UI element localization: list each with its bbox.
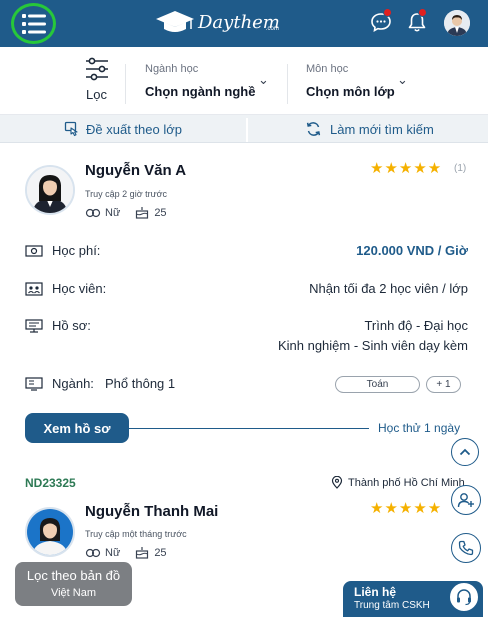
major-value: Phổ thông 1 [105,376,176,391]
tutor-name[interactable]: Nguyễn Văn A [85,162,186,179]
gender-icon [85,548,101,557]
chevron-down-icon: ⌄ [397,72,408,87]
book-monitor-icon [25,377,43,391]
tutor-code: ND23325 [25,476,76,490]
graduation-cap-icon [156,11,194,32]
avatar-image [444,10,470,36]
filter-bar: Lọc Ngành học Chọn ngành nghề ⌄ Môn học … [0,47,488,115]
profile-label: Hồ sơ: [52,318,91,333]
map-filter-sub: Việt Nam [50,587,97,599]
tutor-location: Thành phố Hồ Chí Minh [331,476,465,489]
star-rating: ★★★★★ [370,500,443,517]
scroll-top-button[interactable] [451,438,479,466]
subject-chip[interactable]: Toán [335,376,420,393]
refresh-search-button[interactable]: Làm mới tìm kiếm [305,115,434,143]
support-sub: Trung tâm CSKH [354,600,430,611]
major-value: Chọn ngành nghề [145,84,256,99]
filter-label: Lọc [86,87,107,102]
top-header: Daythem .com [0,0,488,47]
suggest-by-class-button[interactable]: Đề xuất theo lớp [64,115,182,143]
major-caption: Ngành học [145,63,199,75]
cake-icon [136,207,149,219]
map-filter-title: Lọc theo bản đồ [26,568,121,583]
age-value: 25 [154,546,167,559]
tutor-meta: Nữ 25 [85,206,167,219]
major-label: Ngành: [52,376,94,391]
profile-level: Trình độ - Đại học [364,318,468,333]
notification-dot [383,8,392,17]
headset-badge [448,581,480,613]
location-text: Thành phố Hồ Chí Minh [348,476,465,489]
divider [246,118,248,142]
suggest-label: Đề xuất theo lớp [86,121,182,137]
location-pin-icon [331,476,343,489]
more-subjects-chip[interactable]: + 1 [426,376,461,393]
subject-caption: Môn học [306,63,349,75]
sliders-icon [86,57,108,81]
tutor-name[interactable]: Nguyễn Thanh Mai [85,503,218,520]
menu-button[interactable] [11,3,56,44]
chevron-down-icon: ⌄ [258,72,269,87]
last-access: Truy cập một tháng trước [85,529,187,539]
cake-icon [136,547,149,559]
divider-line [129,428,369,429]
tutor-photo-image [27,509,73,555]
user-plus-icon [457,493,474,508]
filter-button[interactable] [82,57,112,86]
notification-dot [418,8,427,17]
refresh-label: Làm mới tìm kiếm [330,121,434,137]
divider [125,64,126,104]
chat-button[interactable] [370,8,392,33]
map-filter-button[interactable]: Lọc theo bản đồ Việt Nam [15,562,132,606]
hand-pointer-icon [64,121,78,137]
money-icon [25,245,43,257]
star-rating: ★★★★★ [370,160,443,177]
action-bar: Đề xuất theo lớp Làm mới tìm kiếm [0,115,488,143]
gender-value: Nữ [105,206,121,219]
fee-value: 120.000 VND / Giờ [356,243,468,258]
fee-label: Học phí: [52,243,101,258]
logo-subtext: .com [265,26,279,32]
students-label: Học viên: [52,281,107,296]
hamburger-icon [21,13,46,34]
refresh-icon [306,122,321,136]
profile-icon [25,319,43,333]
bell-button[interactable] [406,8,428,33]
trial-label: Học thử 1 ngày [378,421,461,435]
support-contact-button[interactable]: Liên hệ Trung tâm CSKH [343,581,483,617]
tutor-photo-image [27,167,73,213]
gender-icon [85,208,101,217]
tutor-photo[interactable] [25,507,75,557]
subject-value: Chọn môn lớp [306,84,395,99]
support-title: Liên hệ [354,585,397,599]
call-button[interactable] [451,533,481,563]
students-value: Nhận tối đa 2 học viên / lớp [309,281,468,296]
students-icon [25,282,43,296]
view-profile-button[interactable]: Xem hồ sơ [25,413,129,443]
user-avatar[interactable] [444,10,470,36]
logo[interactable]: Daythem .com [155,9,280,35]
age-value: 25 [154,206,167,219]
gender-value: Nữ [105,546,121,559]
add-user-button[interactable] [451,485,481,515]
divider [287,64,288,104]
tutor-meta: Nữ 25 [85,546,167,559]
chevron-up-icon [459,448,471,456]
last-access: Truy cập 2 giờ trước [85,189,168,199]
profile-experience: Kinh nghiệm - Sinh viên dạy kèm [277,338,468,353]
headset-icon [457,589,471,606]
tutor-photo[interactable] [25,165,75,215]
phone-icon [458,540,474,556]
rating-count: (1) [454,163,467,174]
